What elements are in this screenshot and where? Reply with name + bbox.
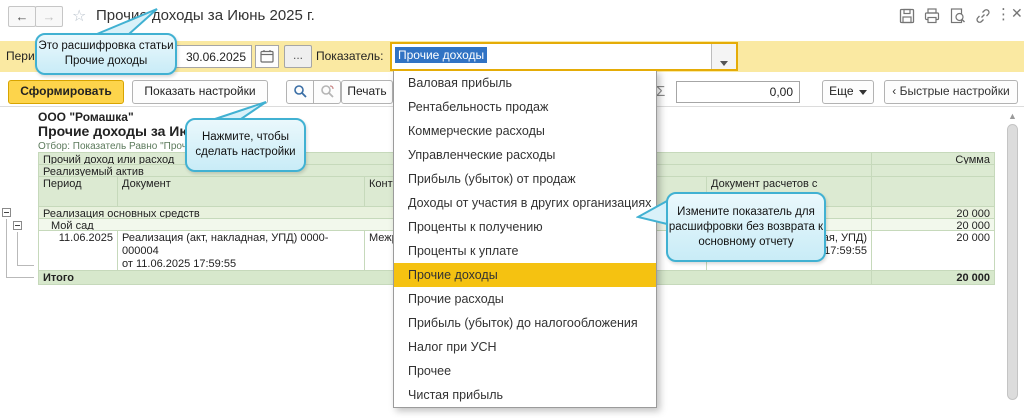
indicator-dropdown-list: Валовая прибыль Рентабельность продаж Ко… <box>393 70 657 408</box>
print-icon[interactable] <box>924 8 940 24</box>
header-period[interactable]: Период <box>38 177 118 207</box>
indicator-combobox[interactable]: Прочие доходы <box>390 42 738 71</box>
preview-icon[interactable] <box>950 8 966 24</box>
scroll-up-icon[interactable]: ▲ <box>1008 111 1017 121</box>
dropdown-item[interactable]: Прибыль (убыток) до налогообложения <box>394 311 656 335</box>
tooltip-arrow <box>636 200 668 226</box>
tree-guide-line <box>17 265 34 266</box>
tooltip-settings-hint: Нажмите, чтобы сделать настройки <box>185 118 306 172</box>
tree-guide-line <box>6 277 34 278</box>
search-next-icon <box>320 84 335 99</box>
link-icon[interactable] <box>975 8 991 24</box>
calendar-button[interactable] <box>255 45 279 68</box>
sigma-icon: Σ <box>656 83 665 100</box>
detail-period[interactable]: 11.06.2025 <box>38 231 118 271</box>
collapse-group2-icon[interactable] <box>13 221 22 230</box>
dropdown-item[interactable]: Управленческие расходы <box>394 143 656 167</box>
close-icon[interactable]: ✕ <box>1011 5 1023 22</box>
dropdown-item[interactable]: Проценты к уплате <box>394 239 656 263</box>
detail-document[interactable]: Реализация (акт, накладная, УПД) 0000-00… <box>118 231 365 271</box>
period-choice-button[interactable]: ... <box>284 45 312 68</box>
quick-settings-button[interactable]: ‹ Быстрые настройки <box>884 80 1018 104</box>
dropdown-item[interactable]: Доходы от участия в других организациях <box>394 191 656 215</box>
vertical-scrollbar[interactable] <box>1007 124 1018 400</box>
search-icon <box>293 84 308 99</box>
more-actions-button[interactable]: Еще <box>822 80 874 104</box>
tree-guide-line <box>6 219 7 278</box>
total-sum: 20 000 <box>872 271 995 285</box>
group2-sum[interactable]: 20 000 <box>872 219 995 231</box>
dropdown-item[interactable]: Прочее <box>394 359 656 383</box>
print-button[interactable]: Печать <box>341 80 393 104</box>
tooltip-indicator-hint: Измените показатель для расшифровки без … <box>666 192 826 262</box>
chevron-down-icon <box>859 90 867 95</box>
detail-sum[interactable]: 20 000 <box>872 231 995 271</box>
indicator-selected-text: Прочие доходы <box>395 47 487 63</box>
back-button[interactable]: ← <box>8 6 36 27</box>
report-window: ← → ☆ Прочие доходы за Июнь 2025 г. ⋮ ✕ … <box>0 0 1024 418</box>
dropdown-item[interactable]: Чистая прибыль <box>394 383 656 407</box>
dropdown-item[interactable]: Прочие расходы <box>394 287 656 311</box>
dropdown-item[interactable]: Валовая прибыль <box>394 71 656 95</box>
sum-field[interactable]: 0,00 <box>676 81 800 103</box>
dropdown-item[interactable]: Налог при УСН <box>394 335 656 359</box>
collapse-group1-icon[interactable] <box>2 208 11 217</box>
dropdown-item[interactable]: Рентабельность продаж <box>394 95 656 119</box>
tooltip-arrow <box>214 101 270 120</box>
header-document[interactable]: Документ <box>118 177 365 207</box>
search-button[interactable] <box>286 80 314 104</box>
more-menu-icon[interactable]: ⋮ <box>996 5 1011 23</box>
header-sum-spacer <box>872 165 995 177</box>
dropdown-item[interactable]: Прибыль (убыток) от продаж <box>394 167 656 191</box>
forward-button[interactable]: → <box>35 6 63 27</box>
indicator-label: Показатель: <box>316 49 384 63</box>
chevron-down-icon <box>720 61 728 66</box>
indicator-dropdown-button[interactable] <box>712 44 736 69</box>
indicator-field[interactable]: Прочие доходы <box>392 44 712 69</box>
tree-guide-line <box>17 232 18 266</box>
tooltip-period-explanation: Это расшифровка статьи Прочие доходы <box>35 33 177 75</box>
calendar-icon <box>260 49 274 63</box>
report-organization: ООО "Ромашка" <box>38 110 134 124</box>
header-sum-spacer2 <box>872 177 995 207</box>
search-next-button[interactable] <box>313 80 341 104</box>
favorite-star-icon[interactable]: ☆ <box>72 6 86 26</box>
dropdown-item[interactable]: Коммерческие расходы <box>394 119 656 143</box>
tooltip-arrow <box>95 7 165 35</box>
dropdown-item-selected[interactable]: Прочие доходы <box>394 263 656 287</box>
header-sum[interactable]: Сумма <box>872 152 995 165</box>
dropdown-item[interactable]: Проценты к получению <box>394 215 656 239</box>
save-icon[interactable] <box>899 8 915 24</box>
generate-button[interactable]: Сформировать <box>8 80 124 104</box>
group1-sum[interactable]: 20 000 <box>872 207 995 219</box>
